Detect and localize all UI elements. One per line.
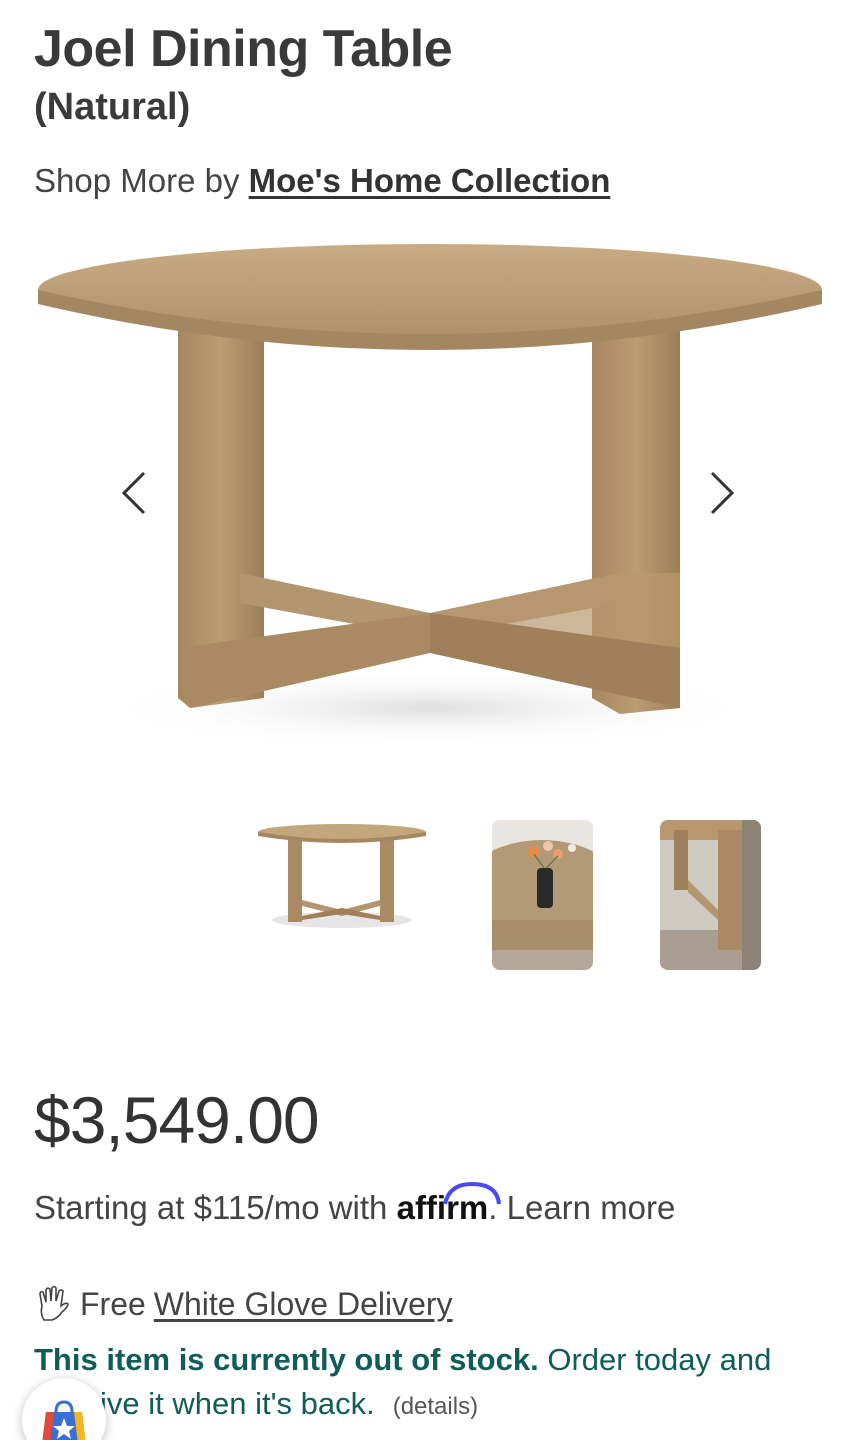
delivery-prefix: Free xyxy=(80,1286,146,1322)
thumbnail-table-image xyxy=(252,820,432,950)
product-variant: (Natural) xyxy=(34,86,191,128)
affirm-arc-icon xyxy=(442,1181,501,1205)
brand-prefix: Shop More by xyxy=(34,162,249,199)
financing-prefix: Starting at $115/mo with xyxy=(34,1189,397,1226)
brand-link[interactable]: Moe's Home Collection xyxy=(249,162,611,199)
gallery-prev-button[interactable] xyxy=(114,468,154,518)
stock-status: This item is currently out of stock. Ord… xyxy=(34,1338,834,1429)
white-glove-delivery-link[interactable]: White Glove Delivery xyxy=(154,1282,453,1326)
chevron-left-icon xyxy=(121,471,146,515)
learn-more-link[interactable]: Learn more xyxy=(497,1189,676,1226)
affirm-logo: affirm xyxy=(397,1181,501,1230)
gallery-next-button[interactable] xyxy=(702,468,742,518)
product-title: Joel Dining Table xyxy=(34,20,453,78)
thumbnail-2[interactable] xyxy=(492,820,593,970)
thumbnail-vase-image xyxy=(492,820,593,970)
shopping-bag-icon xyxy=(42,1400,86,1440)
thumbnail-3[interactable] xyxy=(660,820,761,970)
stock-status-label: This item is currently out of stock. xyxy=(34,1342,539,1377)
thumbnail-detail-image xyxy=(660,820,761,970)
thumbnail-1[interactable] xyxy=(252,820,432,950)
delivery-line: Free White Glove Delivery xyxy=(34,1282,453,1326)
financing-line: Starting at $115/mo with affirm. Learn m… xyxy=(34,1181,676,1230)
glove-icon xyxy=(39,1285,69,1321)
stock-message: Order today and xyxy=(538,1342,772,1377)
product-price: $3,549.00 xyxy=(34,1083,320,1157)
chevron-right-icon xyxy=(710,471,735,515)
stock-details-link[interactable]: (details) xyxy=(393,1393,478,1420)
brand-line: Shop More by Moe's Home Collection xyxy=(34,160,610,202)
